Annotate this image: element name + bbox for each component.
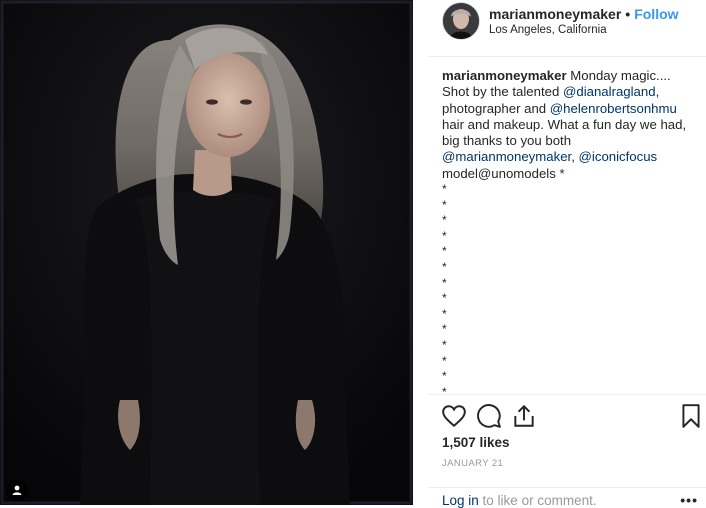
separator-dot: •: [625, 6, 631, 22]
tagged-user-icon[interactable]: [6, 479, 28, 501]
username-row: marianmoneymaker • Follow: [489, 6, 679, 22]
post-caption: marianmoneymaker Monday magic.... Shot b…: [442, 68, 694, 394]
star-line: *: [442, 197, 447, 212]
more-options-icon[interactable]: •••: [680, 492, 698, 508]
caption-text: hair and makeup. What a fun day we had, …: [442, 116, 687, 149]
mention-link[interactable]: @iconicfocus: [579, 149, 658, 164]
bookmark-icon[interactable]: [678, 403, 704, 429]
avatar[interactable]: [442, 2, 480, 40]
star-line: *: [442, 291, 447, 306]
location-link[interactable]: Los Angeles, California: [489, 24, 607, 36]
caption-text: ,: [571, 149, 579, 165]
star-line: *: [442, 369, 447, 384]
star-line: *: [442, 182, 447, 197]
mention-link[interactable]: @dianalragland: [563, 84, 656, 99]
login-link[interactable]: Log in: [442, 493, 479, 508]
star-line: *: [442, 260, 447, 275]
star-line: *: [442, 275, 447, 290]
follow-button[interactable]: Follow: [634, 6, 678, 22]
login-prompt: Log in to like or comment.: [442, 493, 597, 508]
star-line: *: [442, 244, 447, 259]
star-line: *: [442, 353, 447, 368]
login-text: to like or comment.: [478, 493, 597, 508]
post-date[interactable]: JANUARY 21: [442, 458, 503, 469]
star-line: *: [442, 306, 447, 321]
heart-icon[interactable]: [441, 403, 467, 429]
share-icon[interactable]: [511, 403, 537, 429]
post-photo[interactable]: [0, 0, 413, 505]
username-link[interactable]: marianmoneymaker: [489, 6, 621, 22]
post-header: marianmoneymaker • Follow Los Angeles, Cal…: [428, 0, 706, 57]
portrait-image: [0, 0, 413, 505]
mention-link[interactable]: @marianmoneymaker: [442, 149, 571, 164]
caption-author[interactable]: marianmoneymaker: [442, 68, 567, 83]
star-line: *: [442, 384, 447, 394]
star-line: *: [442, 213, 447, 228]
caption-text: model@unomodels *: [442, 165, 565, 181]
caption-stars: * * * * * * * * * * * * * *: [442, 182, 694, 394]
post-actions: 1,507 likes JANUARY 21 Log in to like or…: [428, 394, 706, 508]
star-line: *: [442, 338, 447, 353]
likes-count[interactable]: 1,507 likes: [442, 435, 510, 450]
mention-link[interactable]: @helenrobertsonhmu: [550, 101, 677, 116]
star-line: *: [442, 228, 447, 243]
star-line: *: [442, 322, 447, 337]
comment-icon[interactable]: [476, 403, 502, 429]
